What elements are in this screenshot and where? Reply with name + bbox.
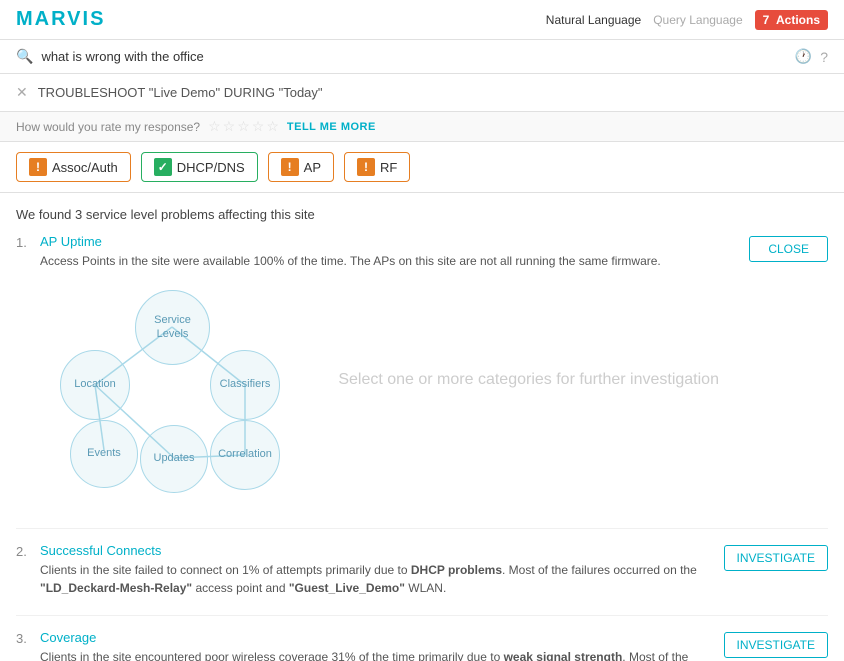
star-rating[interactable]: ☆ ☆ ☆ ☆ ☆ xyxy=(208,118,279,135)
dhcp-dns-label: DHCP/DNS xyxy=(177,160,245,175)
dhcp-dns-icon: ✓ xyxy=(154,158,172,176)
found-text: We found 3 service level problems affect… xyxy=(16,207,828,222)
search-input[interactable] xyxy=(41,49,786,64)
diagram-area: ServiceLevels Location Classifiers Event… xyxy=(40,270,737,500)
header-nav: Natural Language Query Language 7 Action… xyxy=(546,10,828,30)
circle-updates[interactable]: Updates xyxy=(140,425,208,493)
rf-label: RF xyxy=(380,160,397,175)
star-5[interactable]: ☆ xyxy=(266,118,279,135)
rating-label: How would you rate my response? xyxy=(16,120,200,134)
category-bar: ! Assoc/Auth ✓ DHCP/DNS ! AP ! RF xyxy=(0,142,844,193)
rating-bar: How would you rate my response? ☆ ☆ ☆ ☆ … xyxy=(0,112,844,142)
close-button[interactable]: CLOSE xyxy=(749,236,828,262)
problem-body-2: Successful Connects Clients in the site … xyxy=(40,543,712,597)
rf-icon: ! xyxy=(357,158,375,176)
circle-location[interactable]: Location xyxy=(60,350,130,420)
actions-button[interactable]: 7 Actions xyxy=(755,10,828,30)
investigate-button-2[interactable]: INVESTIGATE xyxy=(724,545,828,571)
problem-num-3: 3. xyxy=(16,630,40,646)
assoc-auth-label: Assoc/Auth xyxy=(52,160,118,175)
logo: MARVIS xyxy=(16,8,105,31)
troubleshoot-title: TROUBLESHOOT "Live Demo" DURING "Today" xyxy=(38,85,323,100)
search-icon: 🔍 xyxy=(16,48,33,65)
diagram-placeholder: Select one or more categories for furthe… xyxy=(338,371,719,389)
problem-num-1: 1. xyxy=(16,234,40,250)
circle-events[interactable]: Events xyxy=(70,420,138,488)
problem-title-1[interactable]: AP Uptime xyxy=(40,234,737,249)
problem-title-2[interactable]: Successful Connects xyxy=(40,543,712,558)
query-language-tab[interactable]: Query Language xyxy=(653,13,742,27)
category-ap[interactable]: ! AP xyxy=(268,152,334,182)
circle-service-levels[interactable]: ServiceLevels xyxy=(135,290,210,365)
problem-action-1: CLOSE xyxy=(737,234,828,262)
history-icon[interactable]: 🕐 xyxy=(795,48,812,65)
star-1[interactable]: ☆ xyxy=(208,118,221,135)
header: MARVIS Natural Language Query Language 7… xyxy=(0,0,844,40)
star-4[interactable]: ☆ xyxy=(252,118,265,135)
tell-me-more-button[interactable]: TELL ME MORE xyxy=(287,121,376,133)
category-rf[interactable]: ! RF xyxy=(344,152,410,182)
problem-action-3: INVESTIGATE xyxy=(712,630,828,658)
help-icon[interactable]: ? xyxy=(820,49,828,65)
star-3[interactable]: ☆ xyxy=(237,118,250,135)
problem-action-2: INVESTIGATE xyxy=(712,543,828,571)
circle-correlation[interactable]: Correlation xyxy=(210,420,280,490)
assoc-auth-icon: ! xyxy=(29,158,47,176)
category-dhcp-dns[interactable]: ✓ DHCP/DNS xyxy=(141,152,258,182)
diagram-right: Select one or more categories for furthe… xyxy=(320,371,737,389)
investigate-button-3[interactable]: INVESTIGATE xyxy=(724,632,828,658)
problem-body-3: Coverage Clients in the site encountered… xyxy=(40,630,712,661)
star-2[interactable]: ☆ xyxy=(223,118,236,135)
search-bar: 🔍 🕐 ? xyxy=(0,40,844,74)
circle-diagram: ServiceLevels Location Classifiers Event… xyxy=(40,280,320,480)
natural-language-tab[interactable]: Natural Language xyxy=(546,13,641,27)
problem-num-2: 2. xyxy=(16,543,40,559)
category-assoc-auth[interactable]: ! Assoc/Auth xyxy=(16,152,131,182)
problem-body-1: AP Uptime Access Points in the site were… xyxy=(40,234,737,510)
problem-item-3: 3. Coverage Clients in the site encounte… xyxy=(16,615,828,661)
problem-desc-3: Clients in the site encountered poor wir… xyxy=(40,648,712,661)
ap-label: AP xyxy=(304,160,321,175)
problem-desc-1: Access Points in the site were available… xyxy=(40,252,737,270)
main-content: We found 3 service level problems affect… xyxy=(0,193,844,661)
ap-icon: ! xyxy=(281,158,299,176)
problem-item-1: 1. AP Uptime Access Points in the site w… xyxy=(16,234,828,510)
search-actions: 🕐 ? xyxy=(795,48,828,65)
troubleshoot-bar: ✕ TROUBLESHOOT "Live Demo" DURING "Today… xyxy=(0,74,844,112)
troubleshoot-close-icon[interactable]: ✕ xyxy=(16,84,28,101)
problem-desc-2: Clients in the site failed to connect on… xyxy=(40,561,712,597)
problem-item-2: 2. Successful Connects Clients in the si… xyxy=(16,528,828,597)
circle-classifiers[interactable]: Classifiers xyxy=(210,350,280,420)
